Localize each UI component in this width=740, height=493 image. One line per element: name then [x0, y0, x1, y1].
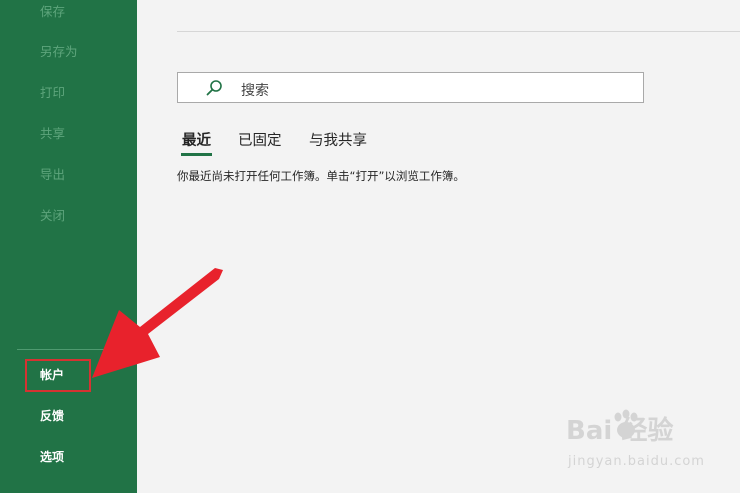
empty-recent-message: 你最近尚未打开任何工作簿。单击“打开”以浏览工作簿。	[177, 169, 465, 183]
tab-shared-with-me[interactable]: 与我共享	[309, 129, 367, 150]
sidebar-divider	[17, 349, 131, 350]
account-highlight-box	[25, 359, 91, 392]
search-placeholder: 搜索	[241, 83, 269, 99]
watermark-url: jingyan.baidu.com	[568, 454, 705, 469]
sidebar-item-feedback[interactable]: 反馈	[0, 398, 137, 434]
watermark-brand: Bai 经验	[566, 416, 674, 446]
tab-recent[interactable]: 最近	[182, 129, 211, 150]
backstage-sidebar: 保存 另存为 打印 共享 导出 关闭 帐户 反馈 选项	[0, 0, 137, 493]
search-icon	[206, 80, 222, 96]
sidebar-item-export[interactable]: 导出	[0, 157, 137, 193]
sidebar-item-share[interactable]: 共享	[0, 116, 137, 152]
tab-active-indicator	[181, 153, 212, 156]
search-input[interactable]: 搜索	[177, 72, 644, 103]
baidu-jingyan-watermark: Bai 经验 jingyan.baidu.com	[566, 409, 726, 480]
sidebar-item-close[interactable]: 关闭	[0, 198, 137, 234]
sidebar-item-save[interactable]: 保存	[0, 0, 137, 30]
excel-open-screen: 保存 另存为 打印 共享 导出 关闭 帐户 反馈 选项 搜索 最近 已固定 与我…	[0, 0, 740, 493]
sidebar-item-options[interactable]: 选项	[0, 439, 137, 475]
sidebar-item-print[interactable]: 打印	[0, 75, 137, 111]
tab-pinned[interactable]: 已固定	[238, 129, 282, 150]
header-divider	[177, 31, 740, 32]
sidebar-item-save-as[interactable]: 另存为	[0, 34, 137, 70]
